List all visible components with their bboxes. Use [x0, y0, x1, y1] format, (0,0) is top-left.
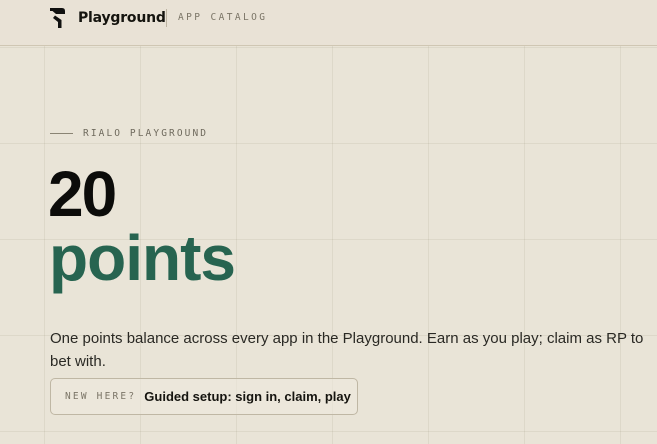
hero-eyebrow: RIALO PLAYGROUND [50, 128, 208, 139]
header-divider [166, 9, 167, 27]
brand-home-link[interactable]: Playground [49, 7, 166, 29]
top-bar: Playground APP CATALOG [0, 0, 657, 46]
cta-eyebrow: NEW HERE? [65, 391, 137, 402]
app-catalog-link[interactable]: APP CATALOG [178, 12, 267, 23]
playground-logo-icon [50, 8, 65, 28]
eyebrow-rule [50, 133, 73, 134]
points-value: 20 [48, 158, 117, 230]
cta-label: Guided setup: sign in, claim, play [144, 389, 351, 404]
hero-description: One points balance across every app in t… [50, 330, 644, 370]
points-unit: points [49, 222, 236, 294]
guided-setup-button[interactable]: NEW HERE? Guided setup: sign in, claim, … [50, 378, 358, 415]
brand-name: Playground [78, 10, 166, 26]
eyebrow-text: RIALO PLAYGROUND [83, 128, 209, 139]
